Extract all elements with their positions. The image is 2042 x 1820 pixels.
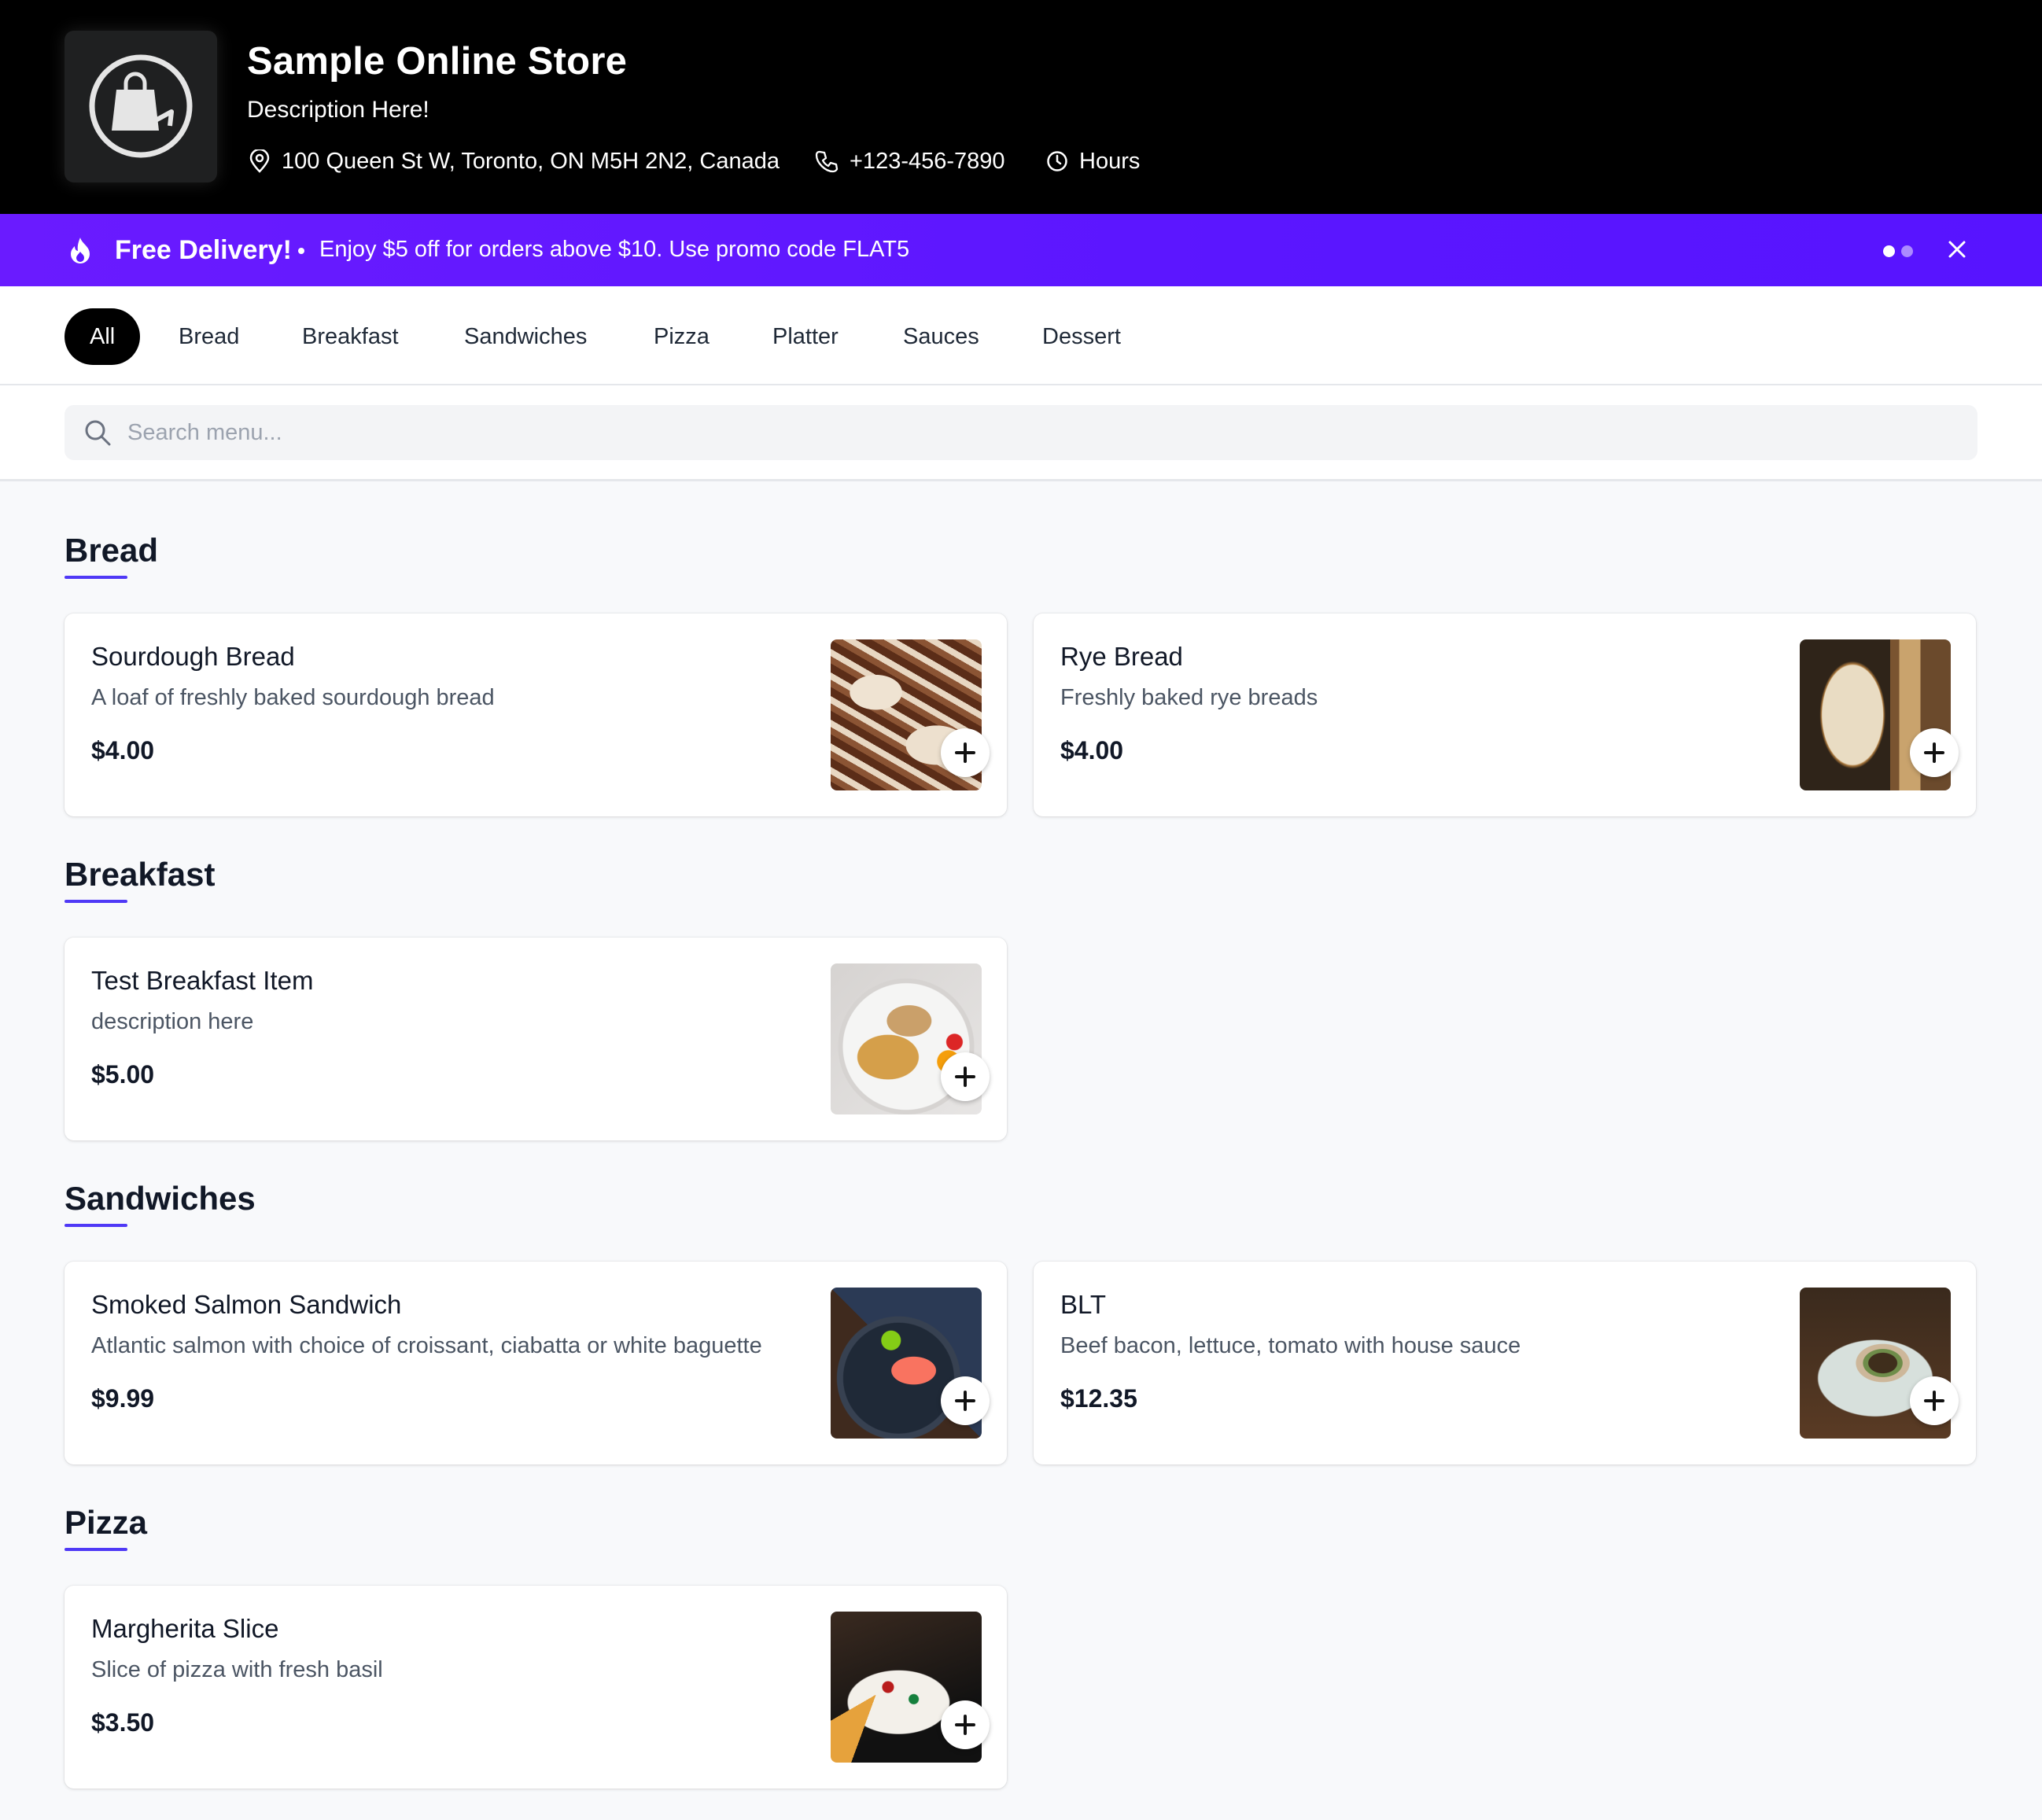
item-price: $4.00 — [91, 736, 155, 764]
promo-separator-dot — [298, 248, 304, 254]
store-logo — [65, 31, 217, 182]
item-price: $3.50 — [91, 1708, 155, 1737]
item-name: Test Breakfast Item — [91, 966, 314, 995]
category-tabs: All Bread Breakfast Sandwiches Pizza Pla… — [0, 286, 2042, 385]
add-to-cart-button[interactable] — [941, 1376, 990, 1425]
tab-dessert[interactable]: Dessert — [1042, 308, 1121, 365]
item-name: Sourdough Bread — [91, 642, 295, 671]
section-underline — [65, 900, 127, 903]
add-to-cart-button[interactable] — [1910, 728, 1959, 777]
search-input[interactable] — [127, 405, 1937, 460]
section-underline — [65, 576, 127, 579]
menu-item-card[interactable]: Sourdough Bread A loaf of freshly baked … — [65, 613, 1007, 816]
tab-breakfast[interactable]: Breakfast — [302, 308, 399, 365]
section-underline — [65, 1548, 127, 1551]
hours-text: Hours — [1079, 148, 1141, 174]
tab-all[interactable]: All — [65, 308, 141, 365]
search-icon — [85, 420, 111, 446]
section-title-bread: Bread — [65, 532, 159, 569]
item-price: $4.00 — [1060, 736, 1124, 764]
flame-icon — [71, 238, 90, 263]
add-to-cart-button[interactable] — [941, 728, 990, 777]
clock-icon — [1047, 151, 1067, 171]
store-phone[interactable]: +123-456-7890 — [815, 146, 1005, 177]
search-box[interactable] — [65, 405, 1977, 460]
shopping-bag-icon — [89, 54, 193, 158]
phone-text: +123-456-7890 — [850, 148, 1005, 174]
store-title: Sample Online Store — [247, 40, 628, 83]
menu-item-card[interactable]: BLT Beef bacon, lettuce, tomato with hou… — [1034, 1262, 1976, 1464]
tab-platter[interactable]: Platter — [772, 308, 839, 365]
tab-sauces[interactable]: Sauces — [903, 308, 979, 365]
item-description: A loaf of freshly baked sourdough bread — [91, 685, 495, 710]
tab-pizza[interactable]: Pizza — [654, 308, 710, 365]
promo-banner: Free Delivery! Enjoy $5 off for orders a… — [0, 214, 2042, 286]
close-icon[interactable] — [1947, 239, 1967, 260]
pager-dot-active[interactable] — [1883, 245, 1895, 257]
tab-sandwiches[interactable]: Sandwiches — [464, 308, 587, 365]
menu-item-card[interactable]: Test Breakfast Item description here $5.… — [65, 938, 1007, 1140]
item-description: Atlantic salmon with choice of croissant… — [91, 1333, 762, 1358]
location-pin-icon — [249, 149, 270, 173]
address-text: 100 Queen St W, Toronto, ON M5H 2N2, Can… — [282, 148, 780, 174]
pager-dot[interactable] — [1901, 245, 1913, 257]
section-title-breakfast: Breakfast — [65, 856, 216, 893]
tab-bread[interactable]: Bread — [179, 308, 239, 365]
store-header: Sample Online Store Description Here! 10… — [0, 0, 2042, 214]
menu-item-card[interactable]: Rye Bread Freshly baked rye breads $4.00 — [1034, 613, 1976, 816]
item-name: Smoked Salmon Sandwich — [91, 1290, 402, 1319]
add-to-cart-button[interactable] — [1910, 1376, 1959, 1425]
promo-title: Free Delivery! — [115, 235, 292, 265]
add-to-cart-button[interactable] — [941, 1052, 990, 1101]
item-description: Beef bacon, lettuce, tomato with house s… — [1060, 1333, 1521, 1358]
item-description: description here — [91, 1009, 254, 1034]
item-price: $5.00 — [91, 1060, 155, 1089]
section-underline — [65, 1224, 127, 1227]
item-name: Rye Bread — [1060, 642, 1183, 671]
promo-text: Enjoy $5 off for orders above $10. Use p… — [319, 237, 910, 262]
section-title-sandwiches: Sandwiches — [65, 1180, 256, 1217]
item-description: Slice of pizza with fresh basil — [91, 1657, 383, 1682]
item-name: BLT — [1060, 1290, 1107, 1319]
store-hours[interactable]: Hours — [1046, 146, 1140, 177]
promo-pager[interactable] — [1883, 245, 1913, 257]
section-title-pizza: Pizza — [65, 1504, 148, 1541]
item-name: Margherita Slice — [91, 1614, 279, 1643]
add-to-cart-button[interactable] — [941, 1700, 990, 1749]
item-price: $9.99 — [91, 1384, 155, 1413]
store-description: Description Here! — [247, 97, 429, 123]
store-address[interactable]: 100 Queen St W, Toronto, ON M5H 2N2, Can… — [249, 146, 780, 177]
item-price: $12.35 — [1060, 1384, 1137, 1413]
phone-icon — [815, 150, 839, 173]
menu-item-card[interactable]: Margherita Slice Slice of pizza with fre… — [65, 1586, 1007, 1789]
item-description: Freshly baked rye breads — [1060, 685, 1318, 710]
search-bar — [0, 385, 2042, 481]
menu-item-card[interactable]: Smoked Salmon Sandwich Atlantic salmon w… — [65, 1262, 1007, 1464]
